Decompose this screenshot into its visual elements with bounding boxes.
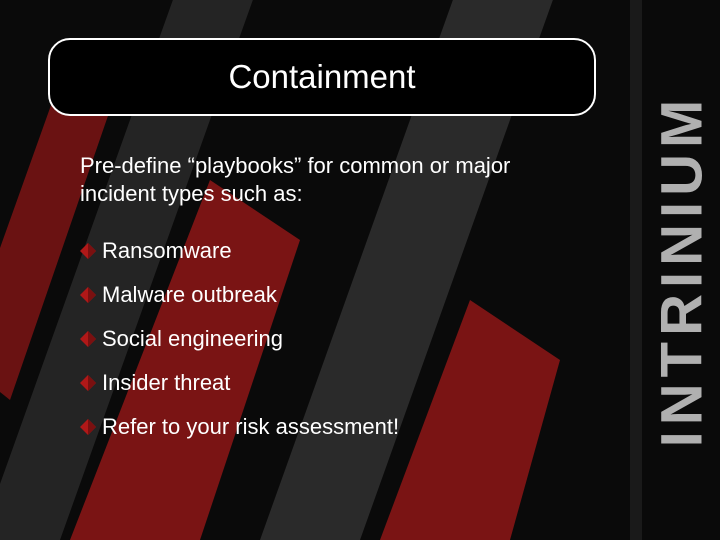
diamond-bullet-icon bbox=[80, 331, 96, 347]
diamond-bullet-icon bbox=[80, 243, 96, 259]
intro-text: Pre-define “playbooks” for common or maj… bbox=[80, 152, 560, 207]
list-item-label: Insider threat bbox=[102, 370, 230, 396]
list-item-label: Ransomware bbox=[102, 238, 232, 264]
brand-text: INTRINIUM bbox=[649, 93, 716, 447]
list-item-label: Social engineering bbox=[102, 326, 283, 352]
list-item: Ransomware bbox=[80, 238, 399, 264]
list-item: Insider threat bbox=[80, 370, 399, 396]
title-container: Containment bbox=[48, 38, 596, 116]
diamond-bullet-icon bbox=[80, 287, 96, 303]
bullet-list: Ransomware Malware outbreak Social engin… bbox=[80, 238, 399, 458]
brand-sidebar: INTRINIUM bbox=[652, 20, 712, 520]
diamond-bullet-icon bbox=[80, 375, 96, 391]
list-item-label: Refer to your risk assessment! bbox=[102, 414, 399, 440]
slide-title: Containment bbox=[228, 58, 415, 96]
list-item-label: Malware outbreak bbox=[102, 282, 277, 308]
list-item: Refer to your risk assessment! bbox=[80, 414, 399, 440]
diamond-bullet-icon bbox=[80, 419, 96, 435]
list-item: Social engineering bbox=[80, 326, 399, 352]
list-item: Malware outbreak bbox=[80, 282, 399, 308]
